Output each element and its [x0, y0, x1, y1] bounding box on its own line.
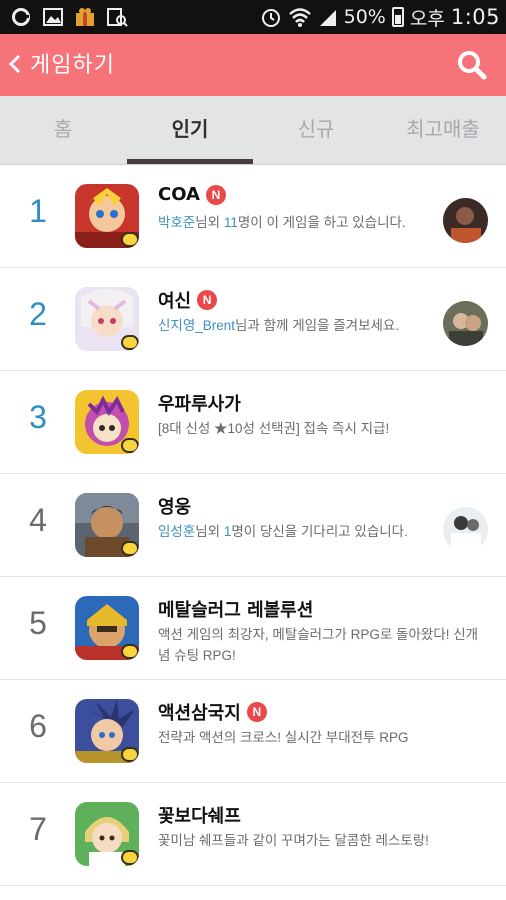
rank-number: 3: [29, 399, 47, 435]
game-title: 우파루사가: [158, 390, 241, 416]
tab-top-grossing[interactable]: 최고매출: [380, 96, 506, 165]
chat-badge-icon: [121, 747, 139, 762]
game-title: 영웅: [158, 493, 191, 519]
game-description: 박호준님외 11명이 이 게임을 하고 있습니다.: [158, 212, 440, 233]
game-icon-yeosin[interactable]: [75, 287, 139, 351]
rank-number: 5: [29, 605, 47, 641]
chat-badge-icon: [121, 232, 139, 247]
new-badge: N: [246, 702, 267, 722]
friend-count: 11: [223, 215, 238, 230]
game-description: [8대 신성 ★10성 선택권] 접속 즉시 지급!: [158, 421, 390, 436]
rank-number: 1: [29, 193, 47, 229]
rank-number: 2: [29, 296, 47, 332]
desc-text-2: 명이 이 게임을 하고 있습니다.: [237, 215, 406, 230]
status-bar: 50% 오후 1:05: [0, 0, 506, 34]
tab-bar: 홈 인기 신규 최고매출: [0, 96, 506, 165]
desc-text: 님외: [195, 524, 224, 539]
tab-popular[interactable]: 인기: [127, 96, 253, 165]
desc-text: 님외: [195, 215, 224, 230]
game-name: 액션삼국지: [158, 703, 241, 724]
game-row-5[interactable]: 5 메탈슬러그 레볼루션 액션 게임의 최강자, 메탈슬러그가 RPG로 돌아왔…: [0, 577, 506, 680]
rank-number: 4: [29, 502, 47, 538]
game-title: COA N: [158, 184, 226, 205]
game-name: 꽃보다쉐프: [158, 806, 241, 827]
chat-badge-icon: [121, 850, 139, 865]
chat-badge-icon: [121, 335, 139, 350]
alarm-icon: [261, 9, 280, 27]
status-left-icons: [10, 5, 128, 29]
chat-badge-icon: [121, 644, 139, 659]
game-title: 액션삼국지 N: [158, 699, 267, 725]
chat-badge-icon: [121, 438, 139, 453]
game-title: 꽃보다쉐프: [158, 802, 241, 828]
game-description: 전략과 액션의 크로스! 실시간 부대전투 RPG: [158, 730, 409, 745]
active-tab-indicator: [127, 159, 253, 164]
signal-icon: [319, 10, 336, 26]
game-row-1[interactable]: 1 COA N 박호준님외 11명이 이 게임을 하고 있습니다.: [0, 165, 506, 268]
game-icon-metalslug[interactable]: [75, 596, 139, 660]
game-icon-chef[interactable]: [75, 802, 139, 866]
game-row-3[interactable]: 3 우파루사가 [8대 신성 ★10성 선택권] 접속 즉시 지급!: [0, 371, 506, 474]
gift-icon: [76, 8, 94, 26]
game-title: 메탈슬러그 레볼루션: [158, 596, 313, 622]
rank-number: 7: [29, 811, 47, 847]
game-name: 영웅: [158, 497, 192, 518]
game-description: 액션 게임의 최강자, 메탈슬러그가 RPG로 돌아왔다! 신개념 슈팅 RPG…: [158, 627, 479, 663]
game-row-6[interactable]: 6 액션삼국지 N 전략과 액션의 크로스! 실시간 부대전투 RPG: [0, 680, 506, 783]
new-badge: N: [205, 184, 226, 205]
friend-avatar[interactable]: [443, 507, 488, 552]
chat-badge-icon: [121, 541, 139, 556]
battery-percent: 50%: [343, 6, 386, 28]
game-name: 우파루사가: [158, 394, 241, 415]
game-name: 여신: [158, 291, 192, 312]
tab-new[interactable]: 신규: [253, 96, 379, 165]
status-right: 50% 오후 1:05: [260, 0, 500, 34]
desc-text: 님과 함께 게임을 즐겨보세요.: [235, 318, 400, 333]
game-name: 메탈슬러그 레볼루션: [158, 600, 314, 621]
time-ampm: 오후: [409, 7, 445, 30]
status-time: 1:05: [450, 5, 500, 29]
chevron-left-icon[interactable]: [8, 48, 24, 87]
game-row-7[interactable]: 7 꽃보다쉐프 꽃미남 쉐프들과 같이 꾸며가는 달콤한 레스토랑!: [0, 783, 506, 886]
page-title[interactable]: 게임하기: [30, 48, 115, 82]
game-description: 꽃미남 쉐프들과 같이 꾸며가는 달콤한 레스토랑!: [158, 833, 429, 848]
friend-avatar[interactable]: [443, 198, 488, 243]
game-description: 신지영_Brent님과 함께 게임을 즐겨보세요.: [158, 315, 488, 336]
friend-avatar[interactable]: [443, 301, 488, 346]
game-icon-coa[interactable]: [75, 184, 139, 248]
friend-name: 박호준: [158, 215, 196, 230]
gallery-icon: [43, 8, 63, 26]
tab-home[interactable]: 홈: [0, 96, 126, 165]
notification-icon: [12, 8, 30, 26]
game-title: 여신 N: [158, 287, 218, 313]
rank-number: 6: [29, 708, 47, 744]
game-row-4[interactable]: 4 영웅 임성훈님외 1명이 당신을 기다리고 있습니다.: [0, 474, 506, 577]
friend-name: 신지영_Brent: [158, 318, 236, 333]
game-icon-action-samgukji[interactable]: [75, 699, 139, 763]
game-row-2[interactable]: 2 여신 N 신지영_Brent님과 함께 게임을 즐겨보세요.: [0, 268, 506, 371]
game-description: 임성훈님외 1명이 당신을 기다리고 있습니다.: [158, 521, 440, 542]
app-search-icon: [107, 8, 128, 27]
game-name: COA: [158, 184, 200, 205]
game-icon-hero[interactable]: [75, 493, 139, 557]
wifi-icon: [288, 8, 311, 27]
battery-icon: [391, 7, 404, 27]
new-badge: N: [197, 290, 218, 310]
game-icon-upa[interactable]: [75, 390, 139, 454]
search-icon[interactable]: [456, 49, 488, 81]
friend-name: 임성훈: [158, 524, 196, 539]
app-header: 게임하기: [0, 34, 506, 96]
desc-text-2: 명이 당신을 기다리고 있습니다.: [231, 524, 408, 539]
